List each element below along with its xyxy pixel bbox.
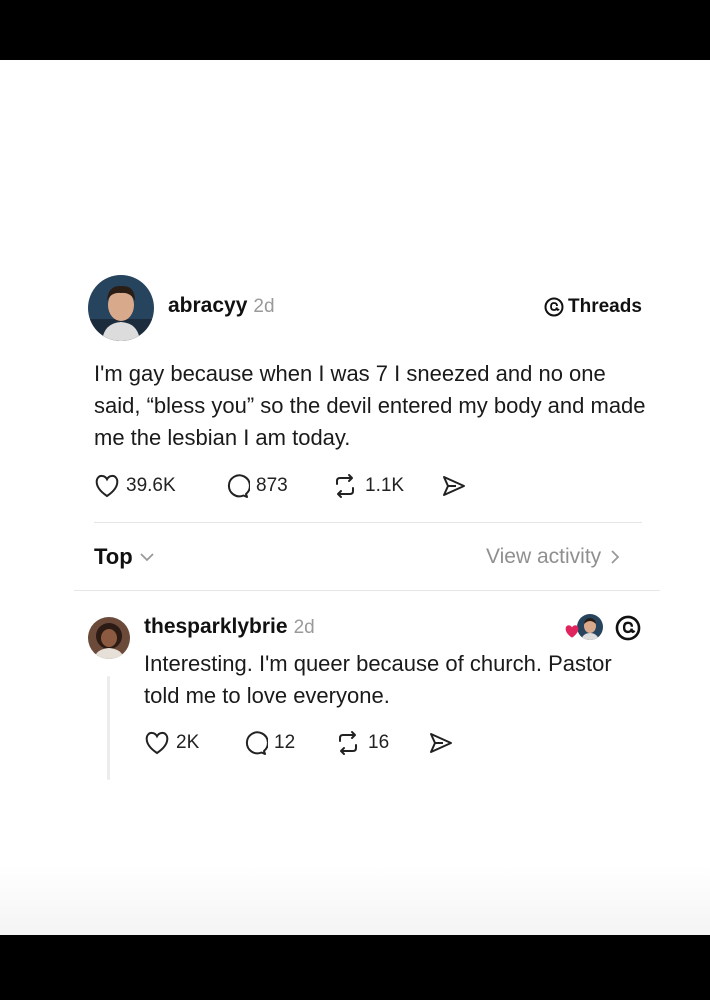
- view-activity-label: View activity: [486, 545, 602, 568]
- post-share-button[interactable]: [441, 474, 467, 498]
- repost-icon: [334, 730, 362, 756]
- reply-reply-button[interactable]: 12: [242, 730, 334, 756]
- reply-reply-count: 12: [274, 732, 296, 753]
- send-icon: [428, 731, 454, 755]
- threads-screenshot: abracyy 2d Threads I'm gay because when …: [0, 60, 710, 935]
- reply-thread-line: [107, 676, 110, 780]
- sort-dropdown[interactable]: Top: [94, 544, 155, 570]
- post-reply-count: 873: [256, 475, 288, 496]
- post-like-button[interactable]: 39.6K: [94, 474, 224, 498]
- post-header: abracyy 2d: [168, 294, 275, 318]
- sort-divider: [74, 590, 660, 591]
- post-actions: 39.6K 873 1.1K: [94, 473, 467, 499]
- threads-brand-label: Threads: [568, 296, 642, 317]
- threads-brand: Threads: [544, 296, 642, 318]
- post-like-count: 39.6K: [126, 475, 176, 496]
- send-icon: [441, 474, 467, 498]
- reply-username[interactable]: thesparklybrie: [144, 615, 288, 639]
- heart-icon: [94, 474, 120, 498]
- chevron-right-icon: [609, 549, 621, 565]
- threads-logo-small-icon[interactable]: [615, 615, 641, 641]
- reply-time: 2d: [293, 617, 315, 638]
- reply-repost-button[interactable]: 16: [334, 730, 428, 756]
- view-activity-link[interactable]: View activity: [486, 545, 621, 569]
- heart-filled-icon: [564, 624, 580, 639]
- reply-share-button[interactable]: [428, 731, 454, 755]
- chevron-down-icon: [139, 551, 155, 563]
- comment-icon: [224, 473, 250, 499]
- liked-by-author-badge: [564, 614, 604, 642]
- heart-icon: [144, 731, 170, 755]
- post-reply-button[interactable]: 873: [224, 473, 331, 499]
- post-time: 2d: [253, 296, 275, 317]
- post-username[interactable]: abracyy: [168, 294, 247, 318]
- repost-icon: [331, 473, 359, 499]
- reply-text: Interesting. I'm queer because of church…: [144, 651, 612, 708]
- reply-header: thesparklybrie 2d: [144, 615, 315, 639]
- liked-by-avatar: [577, 614, 603, 640]
- reply-actions: 2K 12 16: [144, 730, 454, 756]
- post-author-avatar[interactable]: [88, 275, 154, 341]
- threads-logo-icon: [544, 297, 564, 317]
- reply-like-button[interactable]: 2K: [144, 731, 242, 755]
- sort-label: Top: [94, 544, 133, 569]
- post-repost-count: 1.1K: [365, 475, 405, 496]
- post-repost-button[interactable]: 1.1K: [331, 473, 441, 499]
- reply-like-count: 2K: [176, 732, 200, 753]
- reply-author-avatar[interactable]: [88, 617, 130, 659]
- actions-divider: [94, 522, 642, 523]
- reply-repost-count: 16: [368, 732, 390, 753]
- post-text: I'm gay because when I was 7 I sneezed a…: [94, 361, 646, 450]
- comment-icon: [242, 730, 268, 756]
